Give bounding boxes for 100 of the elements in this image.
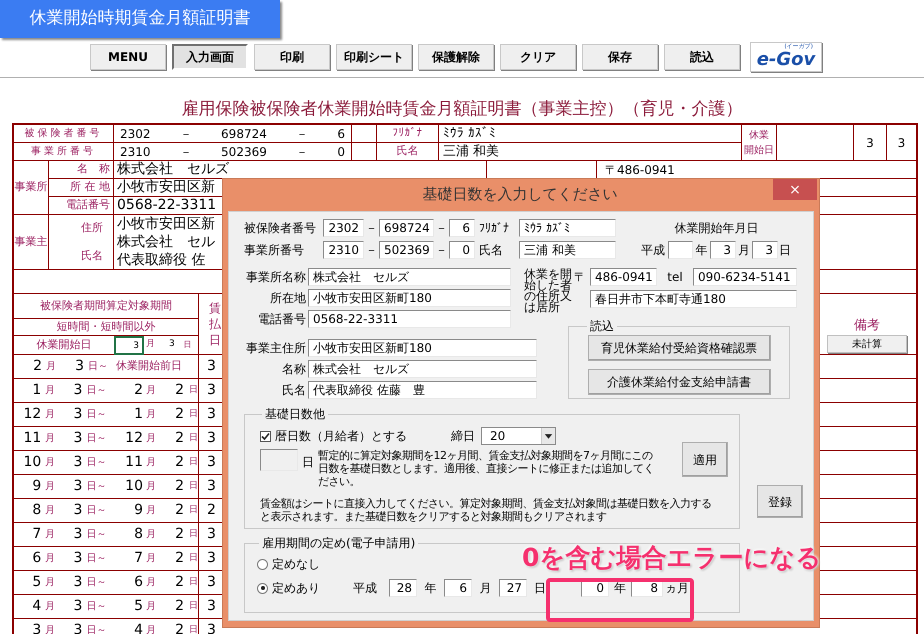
calculate-button[interactable]: 未計算 (827, 335, 907, 353)
dialog-button[interactable]: 介護休業給付金支給申請書 (588, 369, 770, 395)
label: 事業所 (14, 179, 48, 196)
month-text: 11 (22, 429, 42, 448)
day-text: 3 (72, 573, 82, 592)
checkbox[interactable] (260, 430, 271, 442)
input-field[interactable]: 28 (389, 579, 417, 597)
input-field[interactable]: 6 (449, 219, 475, 237)
toolbar-button[interactable]: 読込 (664, 44, 740, 70)
month-text: 3 (866, 134, 874, 152)
input-field[interactable]: 3 (752, 241, 778, 259)
label: 事業所番号 (31, 144, 96, 159)
day-text: 2 (174, 381, 184, 400)
dash-text: － (434, 242, 448, 259)
cell-text: 3 (207, 453, 216, 472)
logo-text: e-Gov (756, 50, 816, 70)
input-field[interactable]: 6 (444, 579, 472, 597)
id-text: 2302 (120, 126, 151, 142)
cell-text: 3 (207, 405, 216, 424)
month-text: 2 (32, 357, 42, 376)
input-field[interactable]: 2310 (323, 241, 364, 259)
dialog-title: 基礎日数を入力してください (422, 184, 618, 205)
dropdown[interactable]: 20 (481, 427, 556, 445)
input-field[interactable] (668, 241, 693, 259)
day-text: 2 (174, 501, 184, 520)
input-field[interactable]: 小牧市安田区新町180 (308, 339, 537, 357)
month-text: 5 (31, 573, 42, 592)
label: 日 (778, 242, 792, 259)
label: 日～ (85, 432, 108, 446)
cell-text: 3 (207, 525, 216, 544)
toolbar-button[interactable]: クリア (500, 44, 576, 70)
label: 日～ (85, 528, 108, 542)
label: 月 (44, 600, 56, 614)
name-text: ﾐｳﾗ ｶｽﾞﾐ (443, 124, 496, 143)
cell-text: 3 (207, 381, 216, 400)
month-text: 8 (133, 525, 143, 544)
radio-button[interactable] (257, 558, 268, 570)
dialog-button[interactable]: 適用 (682, 442, 728, 477)
input-field[interactable]: 三浦 和美 (519, 241, 616, 259)
dash-text: － (364, 220, 378, 237)
label: 短時間・短時間以外 (56, 318, 156, 335)
label: 日 (188, 384, 198, 397)
input-field[interactable]: 小牧市安田区新町180 (308, 289, 511, 307)
input-field[interactable]: 698724 (379, 219, 434, 237)
label: 暦日数（月給者）とする (275, 428, 408, 445)
label: 休業開始年月日 (674, 220, 758, 237)
month-text: 1 (31, 381, 42, 400)
label: 氏名 (396, 143, 418, 160)
radio-button[interactable] (257, 582, 268, 594)
label: 月 (144, 504, 157, 518)
input-field[interactable]: 090-6234-5141 (693, 268, 797, 286)
cell-text: 3 (207, 477, 216, 496)
label: 所 在 地 (70, 179, 110, 196)
input-field[interactable] (260, 449, 298, 471)
id-text: 698724 (221, 126, 267, 142)
dropdown-value: 20 (489, 428, 506, 445)
input-field[interactable]: ﾐｳﾗ ｶｽﾞﾐ (519, 219, 616, 237)
toolbar-button[interactable]: 印刷 (254, 44, 330, 70)
input-field[interactable]: 株式会社 セルズ (308, 268, 511, 286)
label: 月 (144, 384, 157, 398)
label: 日～ (85, 504, 108, 518)
input-field[interactable]: 2302 (323, 219, 364, 237)
dialog-button[interactable]: 登録 (757, 485, 803, 518)
input-field[interactable]: 0568-22-3311 (308, 310, 511, 328)
input-field[interactable]: 3 (710, 241, 736, 259)
input-field[interactable]: 春日井市下本町寺通180 (590, 290, 797, 308)
toolbar-button[interactable]: MENU (90, 44, 166, 70)
label: 日～ (85, 408, 108, 422)
toolbar-button[interactable]: 保存 (582, 44, 658, 70)
label: 被保険者番号 (244, 220, 317, 237)
input-field[interactable]: 27 (499, 579, 527, 597)
input-field[interactable]: 代表取締役 佐藤 豊 (308, 381, 537, 399)
day-text: 3 (74, 357, 84, 376)
label: 月 (44, 432, 56, 446)
label: 日～ (85, 576, 108, 590)
input-field[interactable]: 株式会社 セルズ (308, 360, 537, 378)
label: 日～ (85, 456, 108, 470)
label: 日 (188, 456, 198, 469)
label: 住所 (81, 220, 103, 236)
label: 日～ (85, 480, 108, 494)
label: 月 (45, 360, 57, 374)
label: 月 (144, 408, 157, 422)
toolbar-button[interactable]: 保護解除 (418, 44, 494, 70)
label: 名 称 (77, 161, 110, 178)
dialog-button[interactable]: 育児休業給付受給資格確認票 (588, 335, 770, 361)
label: 被保険者番号 (24, 126, 102, 141)
input-field[interactable]: 486-0941 (590, 268, 657, 286)
label: 事業所名称 (245, 269, 307, 286)
label: 日 (188, 576, 198, 589)
label: 休業開始日 (36, 336, 92, 353)
close-button[interactable]: × (773, 179, 817, 200)
cell-text: 3 (207, 357, 216, 376)
spreadsheet-cell[interactable]: 3 (114, 336, 144, 354)
label: 月 (44, 480, 56, 494)
toolbar-button[interactable]: 入力画面 (172, 44, 248, 70)
input-field[interactable]: 0 (449, 241, 475, 259)
label: 名称 (281, 361, 307, 378)
input-field[interactable]: 502369 (379, 241, 434, 259)
label: 日 (302, 454, 314, 471)
toolbar-button[interactable]: 印刷シート (336, 44, 412, 70)
